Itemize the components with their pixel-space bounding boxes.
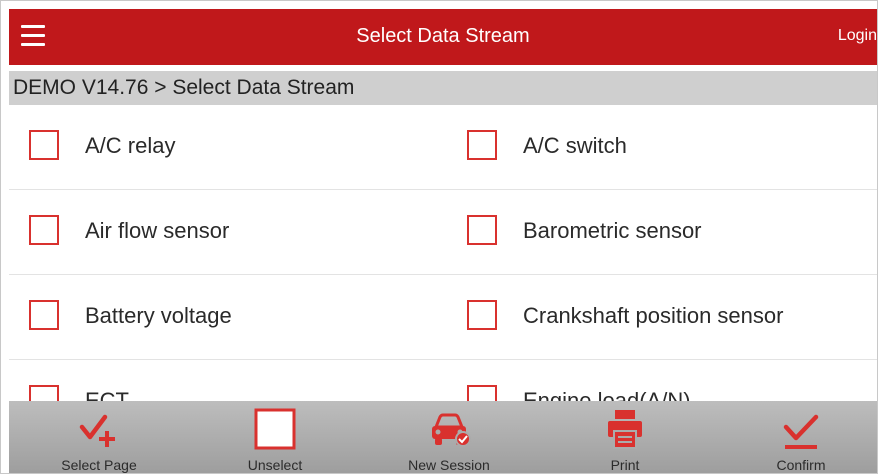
item-label: Engine load(A/N) xyxy=(523,388,691,401)
confirm-button[interactable]: Confirm xyxy=(731,401,871,473)
page-title: Select Data Stream xyxy=(356,25,530,47)
list-item[interactable]: A/C switch xyxy=(457,105,877,189)
list-item[interactable]: Air flow sensor xyxy=(9,190,439,274)
print-button[interactable]: Print xyxy=(555,401,695,473)
data-stream-list: A/C relay A/C switch Air flow sensor Bar… xyxy=(9,105,877,401)
empty-checkbox-icon xyxy=(254,408,296,450)
list-row: ECT Engine load(A/N) xyxy=(9,360,877,401)
breadcrumb: DEMO V14.76 > Select Data Stream xyxy=(9,71,877,105)
item-label: Barometric sensor xyxy=(523,218,702,243)
bottom-toolbar: Select Page Unselect New Session Print C… xyxy=(9,401,877,473)
app-frame: Select Data Stream Login DEMO V14.76 > S… xyxy=(0,0,878,474)
printer-icon xyxy=(608,410,642,449)
select-page-button[interactable]: Select Page xyxy=(29,401,169,473)
list-row: Battery voltage Crankshaft position sens… xyxy=(9,275,877,360)
checkbox[interactable] xyxy=(29,385,59,401)
select-page-label: Select Page xyxy=(61,457,137,473)
new-session-button[interactable]: New Session xyxy=(379,401,519,473)
checkbox[interactable] xyxy=(29,130,59,160)
list-item[interactable]: A/C relay xyxy=(9,105,439,189)
list-item[interactable]: Battery voltage xyxy=(9,275,439,359)
item-label: Air flow sensor xyxy=(85,218,230,243)
checkbox[interactable] xyxy=(467,130,497,160)
checkbox[interactable] xyxy=(467,300,497,330)
unselect-label: Unselect xyxy=(247,457,303,473)
item-label: Crankshaft position sensor xyxy=(523,303,784,328)
item-label: Battery voltage xyxy=(85,303,232,328)
new-session-label: New Session xyxy=(408,457,490,473)
list-item[interactable]: ECT xyxy=(9,360,439,401)
list-item[interactable]: Crankshaft position sensor xyxy=(457,275,877,359)
checkbox[interactable] xyxy=(29,300,59,330)
checkbox[interactable] xyxy=(467,215,497,245)
login-link[interactable]: Login xyxy=(838,27,877,45)
car-icon xyxy=(432,413,471,447)
item-label: A/C relay xyxy=(85,133,176,158)
check-icon xyxy=(783,414,819,449)
check-plus-icon xyxy=(79,414,115,447)
list-item[interactable]: Barometric sensor xyxy=(457,190,877,274)
top-bar: Select Data Stream Login xyxy=(9,9,877,65)
list-row: Air flow sensor Barometric sensor xyxy=(9,190,877,275)
unselect-button[interactable]: Unselect xyxy=(205,401,345,473)
confirm-label: Confirm xyxy=(776,457,826,473)
item-label: ECT xyxy=(85,388,129,401)
item-label: A/C switch xyxy=(523,133,627,158)
print-label: Print xyxy=(610,457,640,473)
checkbox[interactable] xyxy=(29,215,59,245)
list-item[interactable]: Engine load(A/N) xyxy=(457,360,877,401)
list-row: A/C relay A/C switch xyxy=(9,105,877,190)
checkbox[interactable] xyxy=(467,385,497,401)
